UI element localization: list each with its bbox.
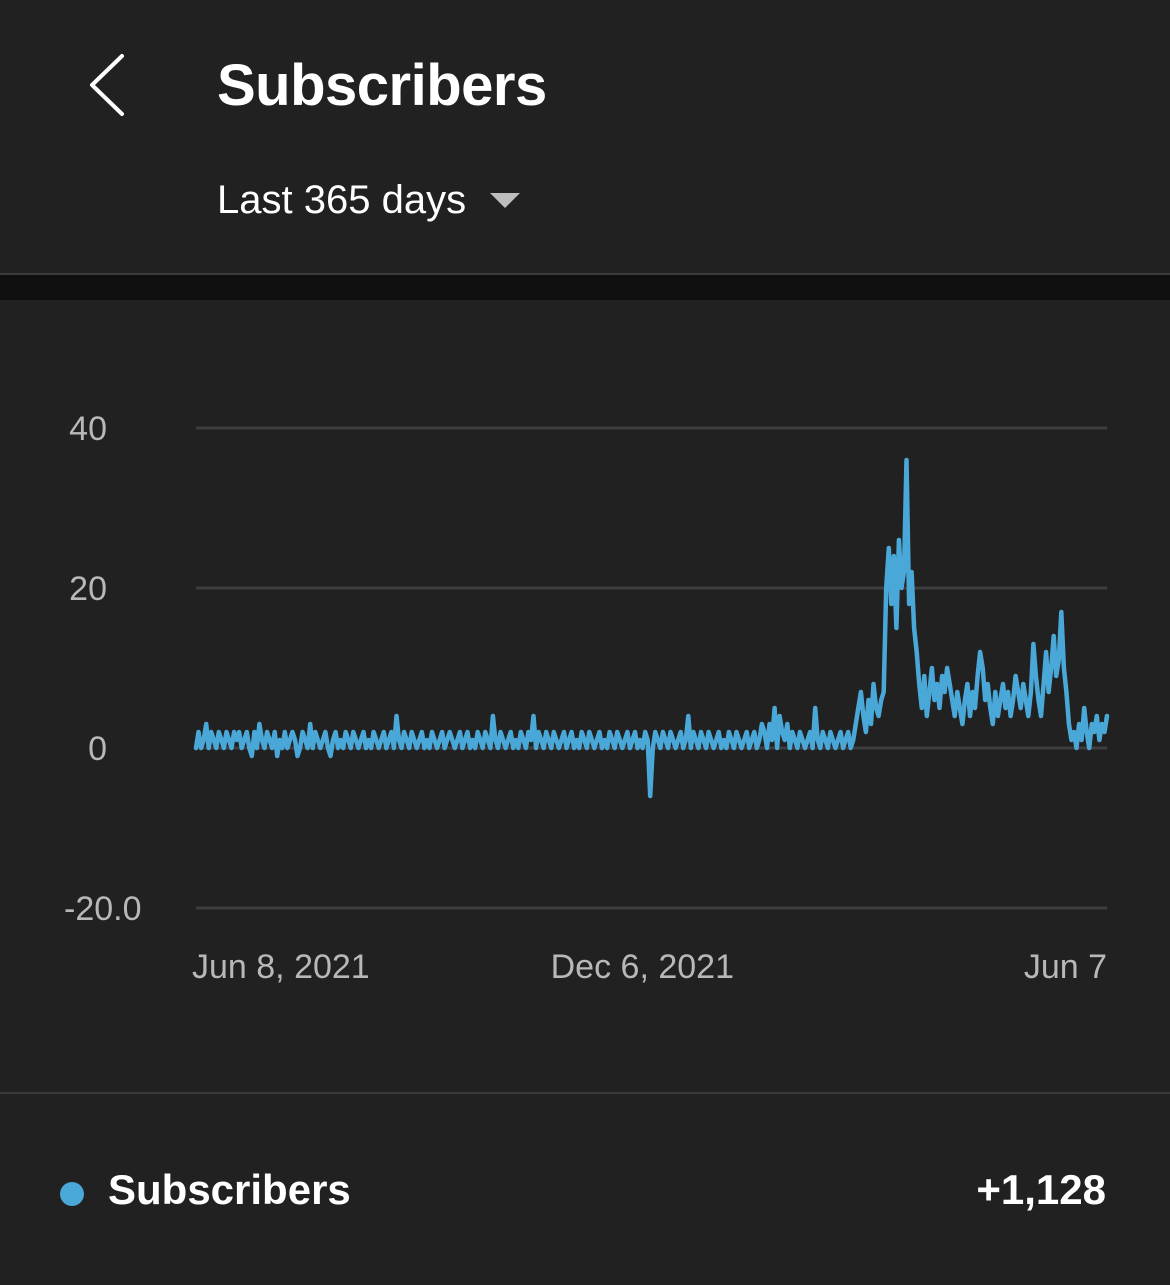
top-app-bar: Subscribers Last 365 days [0, 0, 1170, 273]
x-tick-label: Jun 8, 2021 [192, 948, 370, 986]
y-tick-label: -20.0 [64, 890, 142, 928]
section-separator [0, 275, 1170, 300]
page-title: Subscribers [217, 53, 547, 118]
series-color-dot [60, 1182, 84, 1206]
subscribers-line-chart: 40 20 0 -20.0 Jun 8, 2021 Dec 6, 2021 Jun 7 [64, 410, 1110, 986]
chart-container: 40 20 0 -20.0 Jun 8, 2021 Dec 6, 2021 Jun 7 [0, 300, 1170, 1092]
y-tick-label: 20 [69, 570, 107, 608]
back-button[interactable] [80, 50, 140, 120]
caret-down-icon [490, 193, 521, 208]
legend-row[interactable]: Subscribers +1,128 [0, 1094, 1170, 1285]
y-tick-label: 40 [69, 410, 107, 448]
chevron-left-icon [90, 54, 124, 116]
date-range-dropdown[interactable]: Last 365 days [217, 178, 521, 223]
x-tick-label: Dec 6, 2021 [551, 948, 734, 986]
x-tick-label: Jun 7 [1024, 948, 1107, 986]
series-line-subscribers [193, 457, 1110, 799]
date-range-label: Last 365 days [217, 178, 467, 222]
legend-series-total: +1,128 [976, 1166, 1106, 1213]
y-tick-label: 0 [88, 730, 107, 768]
legend-series-name: Subscribers [108, 1166, 351, 1213]
